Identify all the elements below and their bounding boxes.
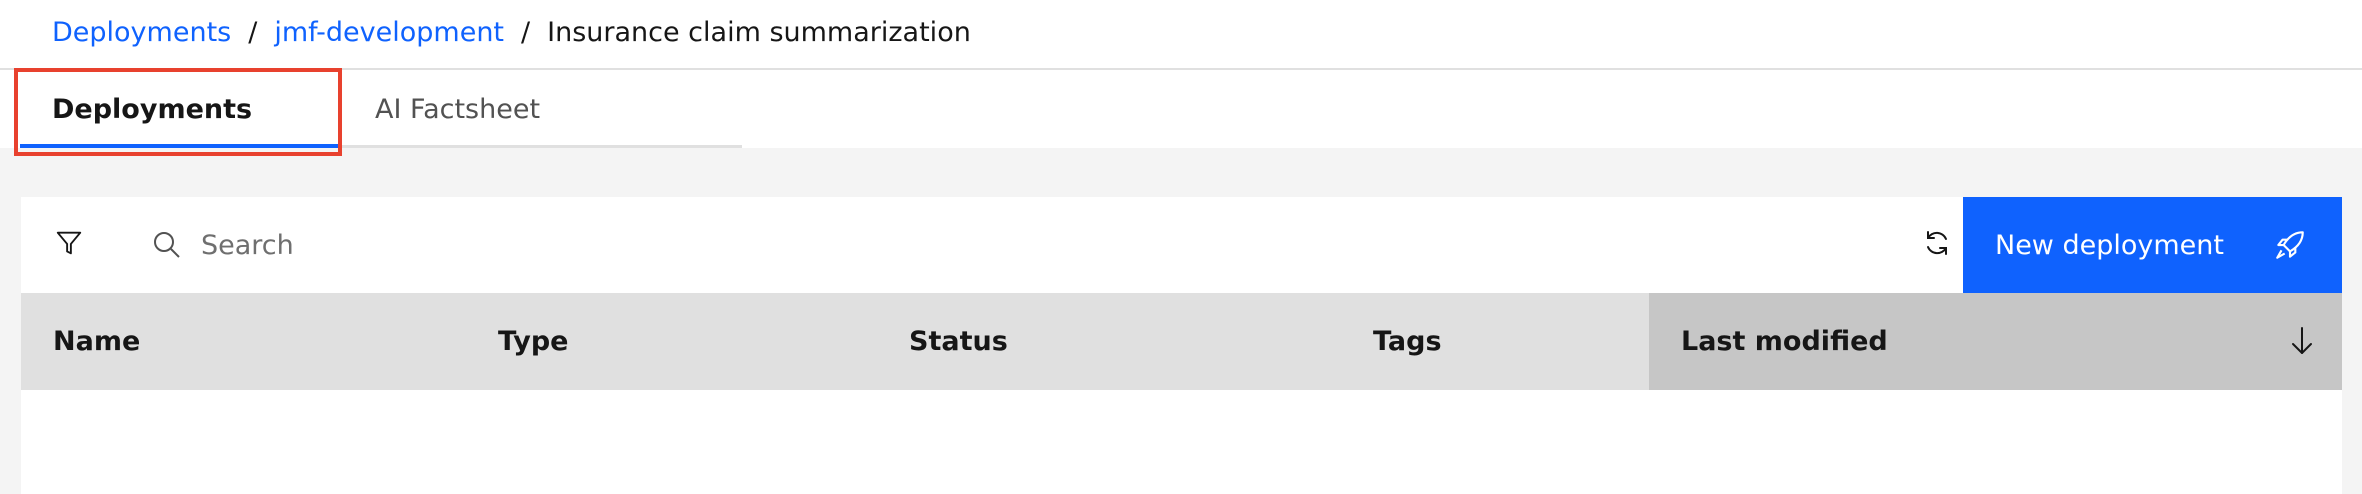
breadcrumb-link-project[interactable]: jmf-development: [274, 17, 504, 48]
tab-deployments[interactable]: Deployments: [20, 70, 340, 148]
new-deployment-label: New deployment: [1995, 229, 2224, 261]
tab-label: Deployments: [52, 93, 253, 125]
rocket-icon: [2268, 223, 2312, 267]
search-input[interactable]: [201, 197, 1851, 293]
breadcrumb-current: Insurance claim summarization: [547, 16, 971, 48]
breadcrumb-separator: /: [248, 16, 258, 48]
filter-button[interactable]: [21, 197, 117, 293]
column-header-label: Last modified: [1681, 326, 1888, 357]
sort-descending-icon[interactable]: [2282, 321, 2322, 361]
search-icon: [147, 225, 187, 265]
new-deployment-button[interactable]: New deployment: [1963, 197, 2342, 293]
column-header-last-modified[interactable]: Last modified: [1649, 293, 2342, 390]
tab-selected-indicator: [20, 144, 340, 148]
breadcrumb-separator: /: [521, 16, 531, 48]
filter-icon: [54, 228, 84, 262]
column-header-tags[interactable]: Tags: [1373, 293, 1442, 390]
column-header-type[interactable]: Type: [498, 293, 568, 390]
column-header-status[interactable]: Status: [909, 293, 1008, 390]
tab-indicator: [340, 145, 742, 148]
tab-label: AI Factsheet: [375, 93, 541, 125]
breadcrumb-link-deployments[interactable]: Deployments: [52, 17, 231, 48]
breadcrumb: Deployments / jmf-development / Insuranc…: [52, 0, 971, 64]
refresh-icon: [1921, 227, 1953, 263]
table-body: [21, 390, 2342, 494]
table-header: Name Type Status Tags Last modified: [21, 293, 2342, 390]
tab-ai-factsheet[interactable]: AI Factsheet: [340, 70, 742, 148]
column-header-name[interactable]: Name: [53, 293, 140, 390]
